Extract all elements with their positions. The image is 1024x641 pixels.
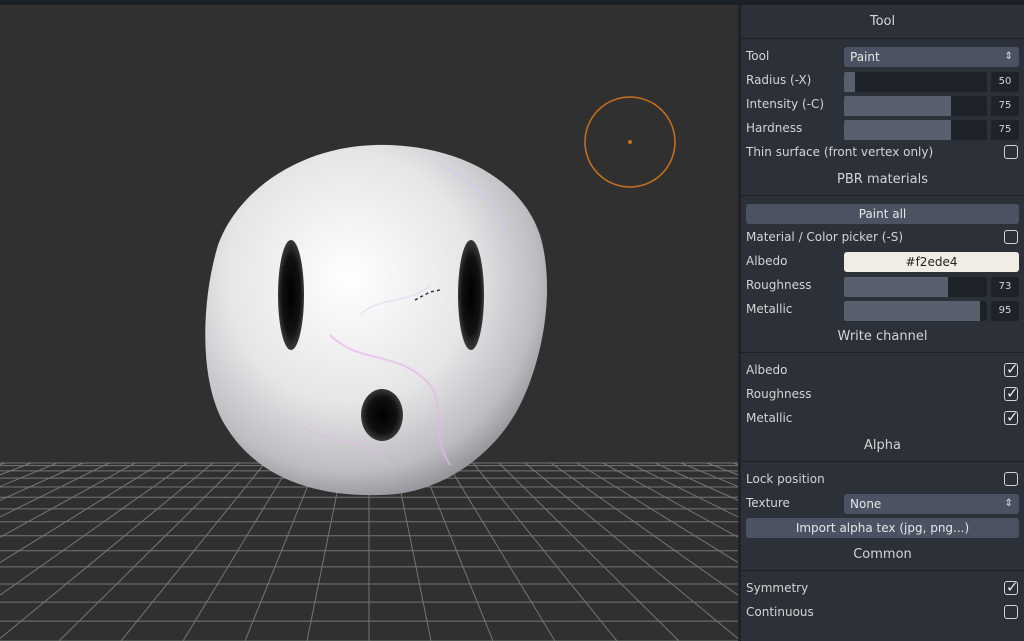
write-metallic-label: Metallic (746, 411, 793, 425)
checkmark-icon: ✓ (1006, 360, 1019, 378)
roughness-label: Roughness (746, 278, 812, 292)
metallic-value[interactable]: 95 (991, 301, 1019, 321)
checkmark-icon: ✓ (1006, 384, 1019, 402)
section-title-pbr: PBR materials (741, 165, 1024, 196)
paint-all-row: Paint all (741, 202, 1024, 226)
texture-label: Texture (746, 496, 790, 510)
symmetry-checkbox[interactable]: ✓ (1004, 578, 1019, 596)
write-roughness-row: Roughness ✓ (741, 383, 1024, 407)
import-row: Import alpha tex (jpg, png...) (741, 516, 1024, 540)
intensity-row: Intensity (-C) 75 (741, 93, 1024, 117)
lock-position-label: Lock position (746, 472, 825, 486)
roughness-row: Roughness 73 (741, 274, 1024, 298)
write-roughness-label: Roughness (746, 387, 812, 401)
albedo-label: Albedo (746, 254, 788, 268)
3d-viewport[interactable] (0, 5, 738, 641)
radius-slider[interactable] (844, 72, 987, 92)
paint-all-button[interactable]: Paint all (746, 204, 1019, 224)
radius-row: Radius (-X) 50 (741, 69, 1024, 93)
hardness-row: Hardness 75 (741, 117, 1024, 141)
hardness-value[interactable]: 75 (991, 120, 1019, 140)
texture-select-value: None (850, 497, 882, 511)
chevron-updown-icon: ⇕ (1004, 498, 1013, 509)
section-title-tool: Tool (741, 5, 1024, 39)
chevron-updown-icon: ⇕ (1004, 51, 1013, 62)
lock-position-checkbox[interactable] (1004, 472, 1018, 486)
brush-cursor (584, 96, 676, 188)
intensity-value[interactable]: 75 (991, 96, 1019, 116)
tool-label: Tool (746, 49, 770, 63)
checkmark-icon: ✓ (1006, 408, 1019, 426)
albedo-color-field[interactable]: #f2ede4 (844, 252, 1019, 272)
section-title-alpha: Alpha (741, 431, 1024, 462)
continuous-checkbox[interactable] (1004, 605, 1018, 619)
picker-label: Material / Color picker (-S) (746, 230, 904, 244)
write-albedo-checkbox[interactable]: ✓ (1004, 360, 1019, 378)
radius-label: Radius (-X) (746, 73, 812, 87)
radius-value[interactable]: 50 (991, 72, 1019, 92)
picker-row: Material / Color picker (-S) (741, 226, 1024, 250)
checkmark-icon: ✓ (1006, 578, 1019, 596)
hardness-slider[interactable] (844, 120, 987, 140)
tool-row: Tool Paint ⇕ (741, 45, 1024, 69)
metallic-slider[interactable] (844, 301, 987, 321)
side-panel: Tool Tool Paint ⇕ Radius (-X) 50 Intensi… (741, 5, 1024, 641)
roughness-slider[interactable] (844, 277, 987, 297)
texture-row: Texture None ⇕ (741, 492, 1024, 516)
viewport-canvas[interactable] (0, 5, 738, 641)
roughness-value[interactable]: 73 (991, 277, 1019, 297)
write-albedo-row: Albedo ✓ (741, 359, 1024, 383)
import-alpha-button[interactable]: Import alpha tex (jpg, png...) (746, 518, 1019, 538)
write-albedo-label: Albedo (746, 363, 788, 377)
write-roughness-checkbox[interactable]: ✓ (1004, 384, 1019, 402)
write-metallic-checkbox[interactable]: ✓ (1004, 408, 1019, 426)
texture-select[interactable]: None ⇕ (844, 494, 1019, 514)
hardness-label: Hardness (746, 121, 803, 135)
picker-checkbox[interactable] (1004, 230, 1018, 244)
section-title-write-channel: Write channel (741, 322, 1024, 353)
left-eye (278, 240, 304, 350)
section-title-common: Common (741, 540, 1024, 571)
symmetry-label: Symmetry (746, 581, 809, 595)
metallic-row: Metallic 95 (741, 298, 1024, 322)
continuous-label: Continuous (746, 605, 814, 619)
thin-surface-row: Thin surface (front vertex only) (741, 141, 1024, 165)
tool-select[interactable]: Paint ⇕ (844, 47, 1019, 67)
mouth (361, 389, 403, 441)
albedo-row: Albedo #f2ede4 (741, 250, 1024, 274)
lock-position-row: Lock position (741, 468, 1024, 492)
right-eye (458, 240, 484, 350)
metallic-label: Metallic (746, 302, 793, 316)
thin-surface-checkbox[interactable] (1004, 145, 1018, 159)
intensity-label: Intensity (-C) (746, 97, 825, 111)
symmetry-row: Symmetry ✓ (741, 577, 1024, 601)
tool-select-value: Paint (850, 50, 880, 64)
write-metallic-row: Metallic ✓ (741, 407, 1024, 431)
intensity-slider[interactable] (844, 96, 987, 116)
sculpt-mesh[interactable] (205, 144, 548, 496)
thin-surface-label: Thin surface (front vertex only) (746, 145, 934, 159)
continuous-row: Continuous (741, 601, 1024, 625)
